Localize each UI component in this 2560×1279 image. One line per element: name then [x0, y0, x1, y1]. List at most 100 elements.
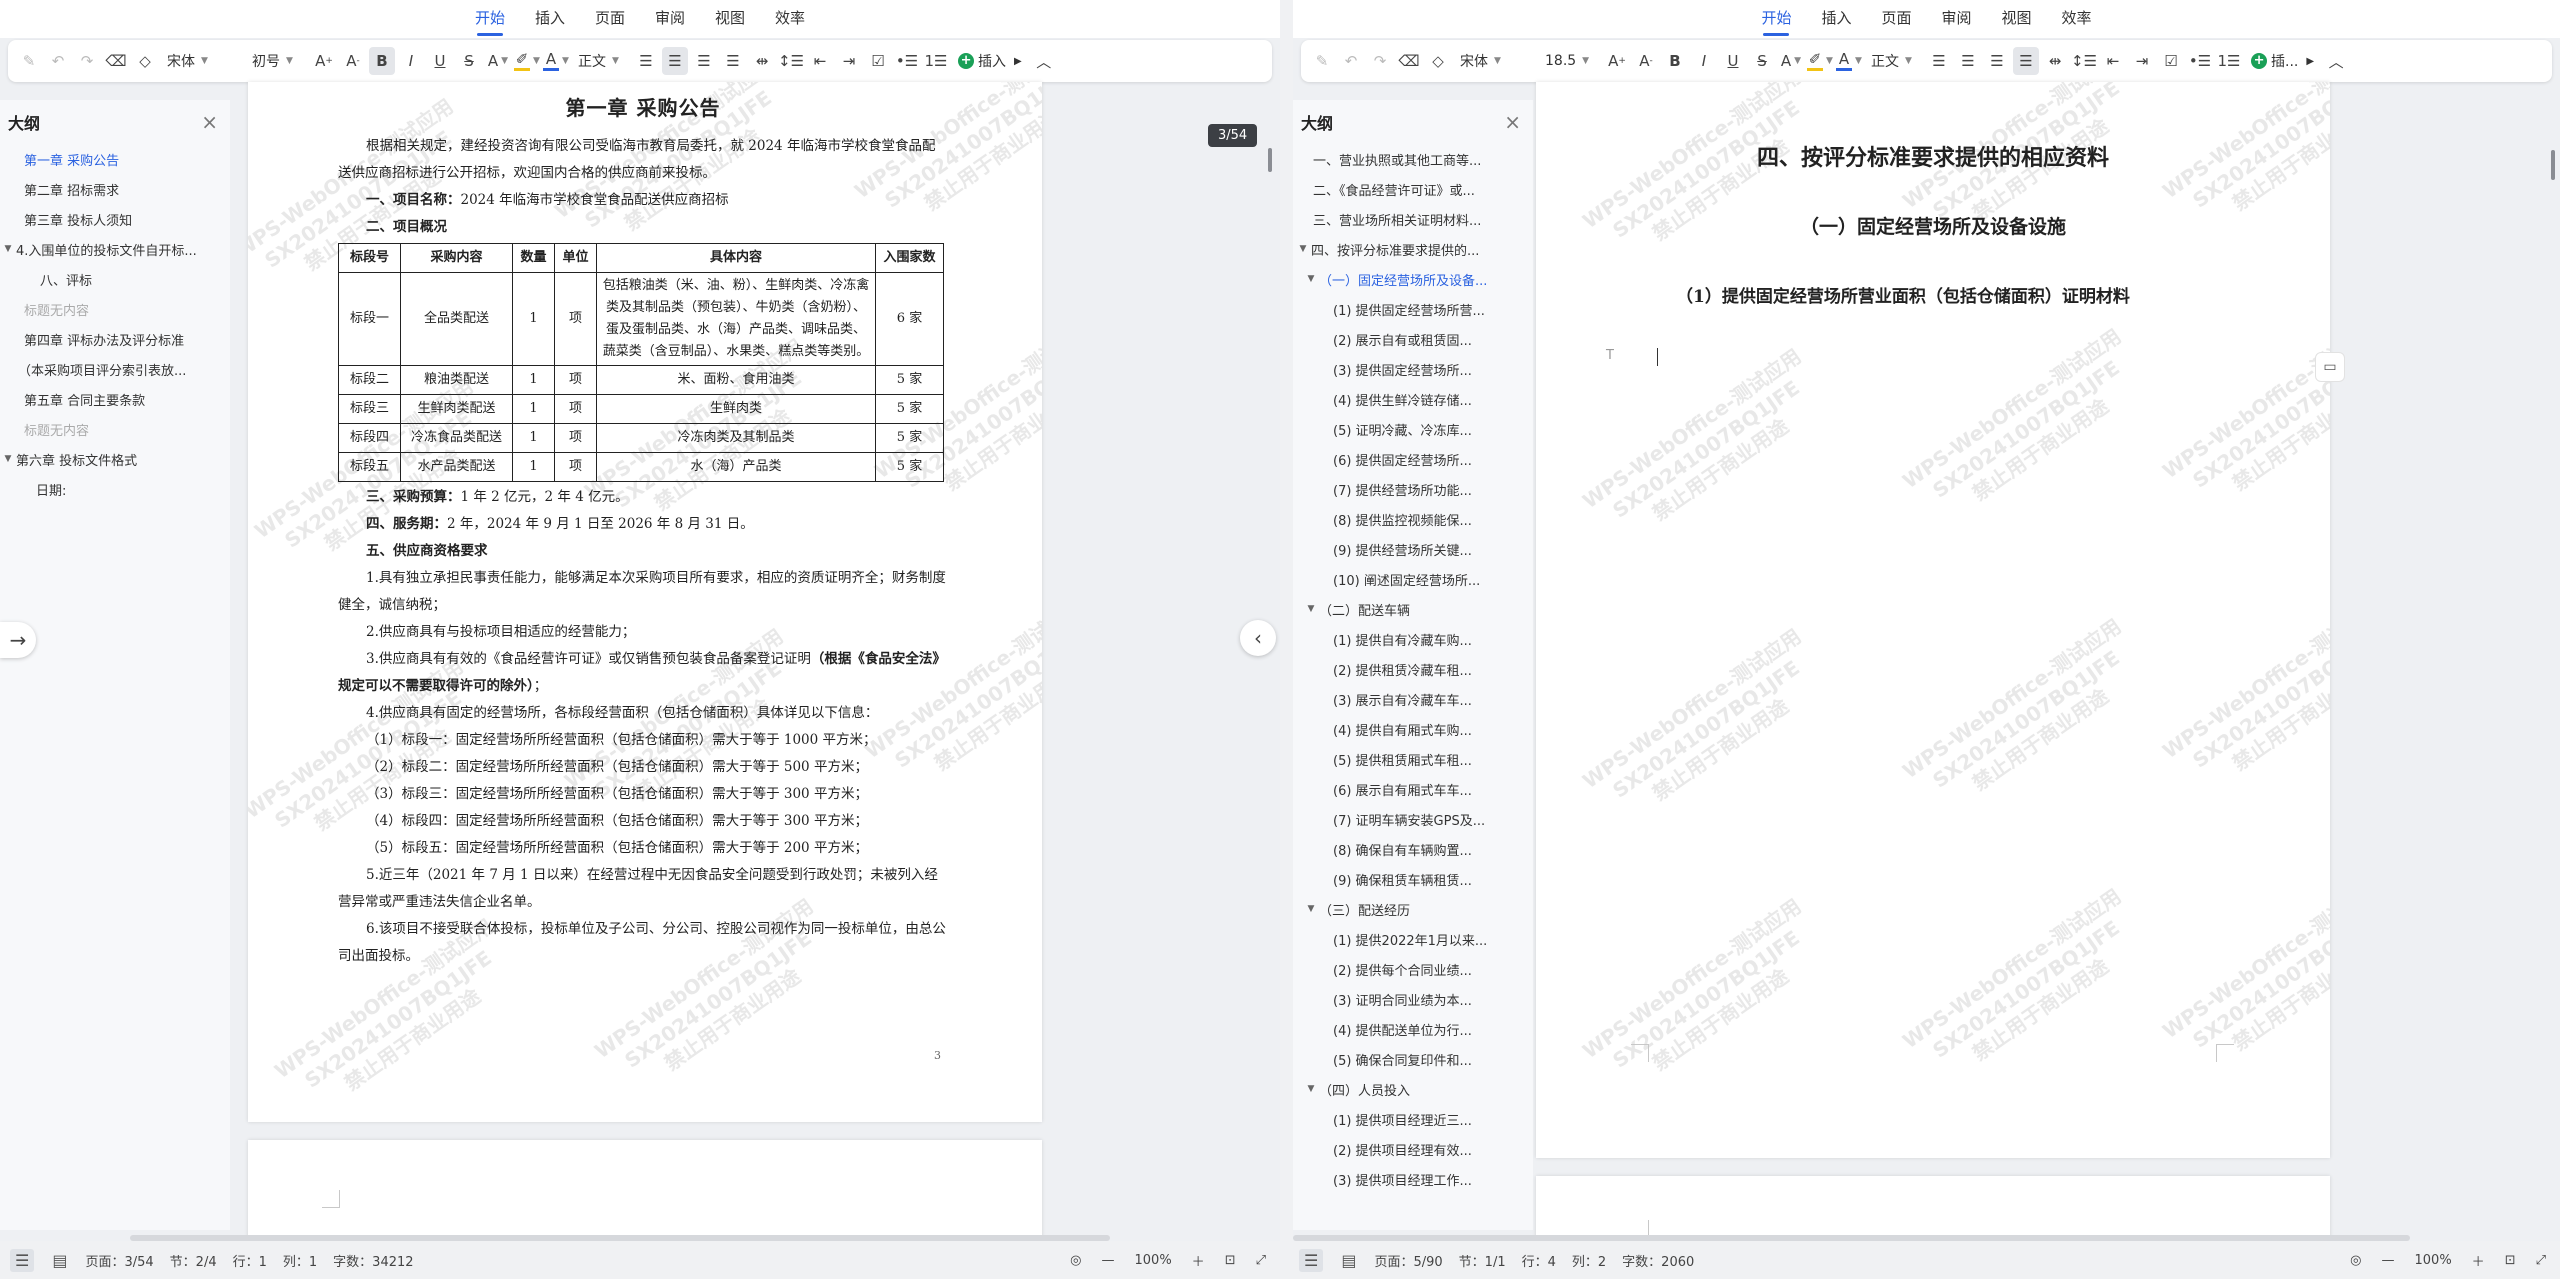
outline-item[interactable]: ▼ 四、按评分标准要求提供的...: [1293, 234, 1533, 264]
outline-item[interactable]: 日期:: [0, 474, 230, 504]
zoom-in-icon[interactable]: ＋: [1192, 1251, 1205, 1270]
outline-item[interactable]: (4) 提供自有厢式车购...: [1293, 714, 1533, 744]
document-body[interactable]: 第一章 采购公告 根据相关规定，建经投资咨询有限公司受临海市教育局委托，就 20…: [338, 82, 948, 970]
decrease-indent-icon[interactable]: ⇤: [807, 47, 833, 75]
bullet-list-icon[interactable]: •☰: [2187, 47, 2213, 75]
brush-icon[interactable]: ⌫: [1396, 47, 1422, 75]
outline-item[interactable]: (9) 确保租赁车辆租赁...: [1293, 864, 1533, 894]
close-icon[interactable]: ×: [1504, 110, 1521, 134]
outline-item[interactable]: 八、评标: [0, 264, 230, 294]
outline-item[interactable]: (7) 证明车辆安装GPS及...: [1293, 804, 1533, 834]
increase-font-icon[interactable]: A +: [311, 47, 337, 75]
line-spacing-icon[interactable]: ↕☰: [778, 47, 804, 75]
thumbnail-icon[interactable]: ▤: [1341, 1251, 1356, 1270]
outline-item[interactable]: (10) 阐述固定经营场所...: [1293, 564, 1533, 594]
menu-tab-insert[interactable]: 插入: [535, 7, 565, 38]
align-justify-icon[interactable]: ☰: [2013, 47, 2039, 75]
outline-item[interactable]: ▼ （三）配送经历: [1293, 894, 1533, 924]
outline-item[interactable]: 标题无内容: [0, 294, 230, 324]
outline-toggle-icon[interactable]: ☰: [10, 1248, 35, 1272]
outline-item[interactable]: (2) 提供租赁冷藏车租...: [1293, 654, 1533, 684]
align-left-icon[interactable]: ☰: [1926, 47, 1952, 75]
outline-item[interactable]: 二、《食品经营许可证》或...: [1293, 174, 1533, 204]
font-family-select[interactable]: 宋体 ▼: [1454, 47, 1536, 75]
collapse-toolbar-icon[interactable]: ︿: [1031, 47, 1057, 75]
zoom-out-icon[interactable]: —: [2382, 1253, 2395, 1268]
outline-item[interactable]: （本采购项目评分索引表放...: [0, 354, 230, 384]
outline-item[interactable]: (8) 提供监控视频能保...: [1293, 504, 1533, 534]
distributed-icon[interactable]: ⇹: [2042, 47, 2068, 75]
outline-item[interactable]: ▼ 第六章 投标文件格式: [0, 444, 230, 474]
highlight-button[interactable]: ✐ ▼: [514, 47, 540, 75]
menu-tab-view[interactable]: 视图: [2002, 7, 2032, 38]
eraser-icon[interactable]: ◇: [132, 47, 158, 75]
align-left-icon[interactable]: ☰: [633, 47, 659, 75]
collapse-triangle-icon[interactable]: ▼: [1295, 244, 1311, 254]
undo-icon[interactable]: ↶: [1338, 47, 1364, 75]
collapse-triangle-icon[interactable]: ▼: [1303, 274, 1319, 284]
numbered-list-icon[interactable]: 1☰: [923, 47, 949, 75]
paragraph-style-select[interactable]: 正文 ▼: [1865, 47, 1923, 75]
decrease-font-icon[interactable]: A-: [340, 47, 366, 75]
outline-item[interactable]: (6) 提供固定经营场所...: [1293, 444, 1533, 474]
redo-icon[interactable]: ↷: [74, 47, 100, 75]
outline-item[interactable]: (5) 证明冷藏、冷冻库...: [1293, 414, 1533, 444]
font-family-select[interactable]: 宋体 ▼: [161, 47, 243, 75]
menu-tab-page[interactable]: 页面: [1881, 7, 1911, 38]
close-icon[interactable]: ×: [201, 110, 218, 134]
outline-item[interactable]: (8) 确保自有车辆购置...: [1293, 834, 1533, 864]
outline-item[interactable]: ▼ 4.入围单位的投标文件自开标...: [0, 234, 230, 264]
insert-button[interactable]: + 插... ▶: [2245, 51, 2320, 71]
outline-item[interactable]: (5) 确保合同复印件和...: [1293, 1044, 1533, 1074]
bold-button[interactable]: B: [369, 47, 395, 75]
zoom-level[interactable]: 100%: [1135, 1253, 1172, 1268]
align-center-icon[interactable]: ☰: [662, 47, 688, 75]
align-center-icon[interactable]: ☰: [1955, 47, 1981, 75]
outline-item[interactable]: ▼ （二）配送车辆: [1293, 594, 1533, 624]
outline-item[interactable]: (4) 提供配送单位为行...: [1293, 1014, 1533, 1044]
menu-tab-review[interactable]: 审阅: [1942, 7, 1972, 38]
globe-icon[interactable]: ◎: [1070, 1253, 1081, 1268]
decrease-font-icon[interactable]: A-: [1633, 47, 1659, 75]
collapse-triangle-icon[interactable]: ▼: [0, 244, 16, 254]
text-effect-button[interactable]: A ▼: [1778, 47, 1804, 75]
outline-item[interactable]: (3) 提供项目经理工作...: [1293, 1164, 1533, 1194]
zoom-level[interactable]: 100%: [2415, 1253, 2452, 1268]
outline-item[interactable]: (7) 提供经营场所功能...: [1293, 474, 1533, 504]
menu-tab-start[interactable]: 开始: [1761, 7, 1791, 38]
collapse-left-button[interactable]: ‹: [1240, 620, 1276, 656]
outline-item[interactable]: (9) 提供经营场所关键...: [1293, 534, 1533, 564]
collapse-toolbar-icon[interactable]: ︿: [2323, 47, 2349, 75]
line-spacing-icon[interactable]: ↕☰: [2071, 47, 2097, 75]
outline-item[interactable]: (1) 提供自有冷藏车购...: [1293, 624, 1533, 654]
vertical-scrollbar[interactable]: [2551, 150, 2555, 180]
comment-icon[interactable]: ▭: [2315, 352, 2345, 382]
bullet-list-icon[interactable]: •☰: [894, 47, 920, 75]
fit-page-icon[interactable]: ⊡: [1225, 1253, 1236, 1268]
outline-item[interactable]: 第四章 评标办法及评分标准: [0, 324, 230, 354]
fit-page-icon[interactable]: ⊡: [2505, 1253, 2516, 1268]
align-right-icon[interactable]: ☰: [1984, 47, 2010, 75]
outline-item[interactable]: (2) 提供每个合同业绩...: [1293, 954, 1533, 984]
outline-item[interactable]: 第一章 采购公告: [0, 144, 230, 174]
text-effect-button[interactable]: A ▼: [485, 47, 511, 75]
align-right-icon[interactable]: ☰: [691, 47, 717, 75]
menu-tab-efficiency[interactable]: 效率: [775, 7, 805, 38]
menu-tab-efficiency[interactable]: 效率: [2062, 7, 2092, 38]
outline-item[interactable]: (3) 展示自有冷藏车车...: [1293, 684, 1533, 714]
strikethrough-button[interactable]: S: [1749, 47, 1775, 75]
brush-icon[interactable]: ⌫: [103, 47, 129, 75]
fullscreen-icon[interactable]: ⤢: [2536, 1253, 2546, 1268]
outline-item[interactable]: ▼ （四）人员投入: [1293, 1074, 1533, 1104]
increase-indent-icon[interactable]: ⇥: [2129, 47, 2155, 75]
outline-item[interactable]: (5) 提供租赁厢式车租...: [1293, 744, 1533, 774]
outline-item[interactable]: (4) 提供生鲜冷链存储...: [1293, 384, 1533, 414]
collapse-triangle-icon[interactable]: ▼: [0, 454, 16, 464]
collapse-triangle-icon[interactable]: ▼: [1303, 904, 1319, 914]
bold-button[interactable]: B: [1662, 47, 1688, 75]
outline-item[interactable]: 第二章 招标需求: [0, 174, 230, 204]
font-color-button[interactable]: A ▼: [543, 47, 569, 75]
format-painter-icon[interactable]: ✎: [16, 47, 42, 75]
globe-icon[interactable]: ◎: [2350, 1253, 2361, 1268]
paragraph-style-select[interactable]: 正文 ▼: [572, 47, 630, 75]
